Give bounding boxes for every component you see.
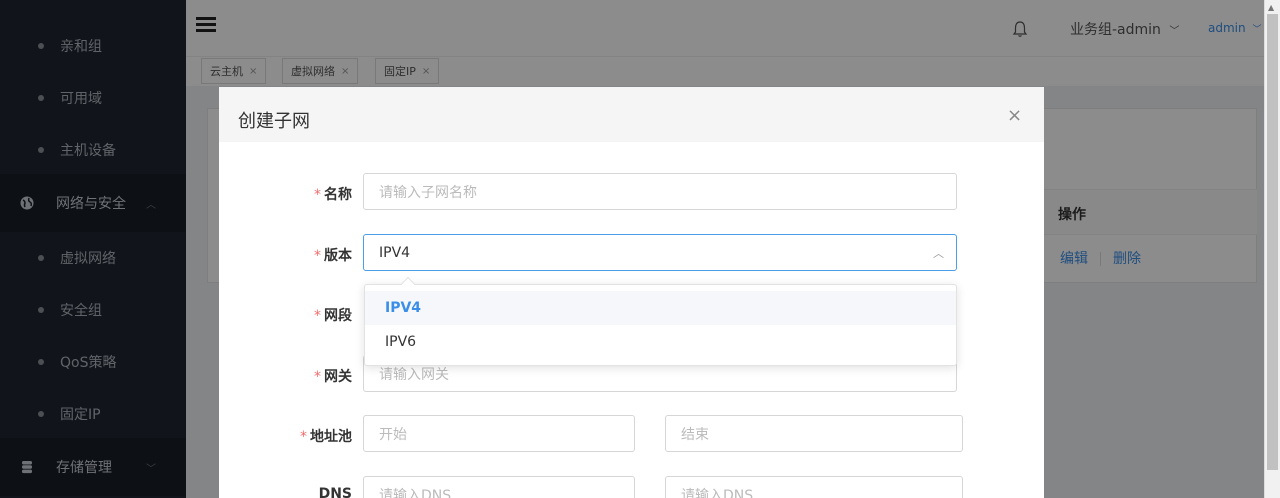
- dialog-title: 创建子网: [238, 111, 310, 132]
- option-ipv4[interactable]: IPV4: [365, 291, 956, 325]
- name-label: * 名称: [314, 187, 352, 203]
- address-pool-label: * 地址池: [300, 429, 352, 445]
- scrollbar[interactable]: ▲: [1264, 0, 1280, 498]
- subnet-name-input[interactable]: 请输入子网名称: [363, 173, 957, 210]
- option-ipv6[interactable]: IPV6: [365, 325, 956, 359]
- input-placeholder: 结束: [681, 426, 709, 443]
- dns-label: DNS: [318, 486, 352, 498]
- input-placeholder: 请输入DNS: [379, 487, 452, 498]
- version-label: * 版本: [314, 248, 352, 264]
- input-placeholder: 请输入DNS: [681, 487, 754, 498]
- input-placeholder: 开始: [379, 426, 407, 443]
- required-mark: *: [314, 369, 321, 385]
- input-placeholder: 请输入网关: [379, 366, 449, 383]
- version-select[interactable]: IPV4 ︿: [363, 234, 957, 271]
- dns-input-2[interactable]: 请输入DNS: [665, 476, 963, 498]
- version-dropdown-menu: IPV4 IPV6: [364, 276, 957, 366]
- pool-end-input[interactable]: 结束: [665, 415, 963, 452]
- required-mark: *: [314, 187, 321, 203]
- dns-input-1[interactable]: 请输入DNS: [363, 476, 635, 498]
- select-value: IPV4: [379, 244, 411, 261]
- scroll-up-arrow-icon[interactable]: ▲: [1268, 3, 1274, 12]
- create-subnet-dialog: 创建子网 × * 名称 请输入子网名称 * 版本 IPV4 ︿ * 网段 * 网关 请输…: [219, 87, 1044, 498]
- input-placeholder: 请输入子网名称: [379, 184, 477, 201]
- dialog-header: 创建子网 ×: [219, 87, 1044, 142]
- required-mark: *: [314, 248, 321, 264]
- gateway-label: * 网关: [314, 369, 352, 385]
- required-mark: *: [300, 429, 307, 445]
- close-icon[interactable]: ×: [1007, 105, 1022, 126]
- scrollbar-thumb[interactable]: [1267, 14, 1278, 470]
- segment-label: * 网段: [314, 308, 352, 324]
- required-mark: *: [314, 308, 321, 324]
- dropdown-caret: [400, 276, 416, 292]
- pool-start-input[interactable]: 开始: [363, 415, 635, 452]
- chevron-up-icon: ︿: [933, 247, 944, 260]
